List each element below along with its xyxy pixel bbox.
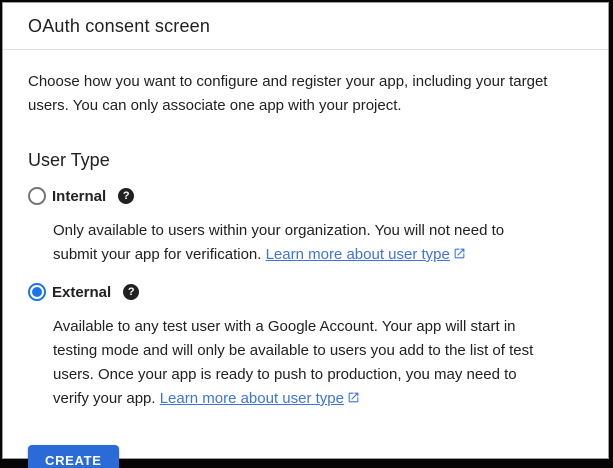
learn-more-link-internal[interactable]: Learn more about user type <box>266 246 466 263</box>
learn-more-link-external[interactable]: Learn more about user type <box>160 390 360 407</box>
help-icon[interactable]: ? <box>118 188 134 204</box>
help-glyph: ? <box>128 287 135 298</box>
card-header: OAuth consent screen <box>3 3 608 49</box>
help-icon[interactable]: ? <box>123 284 139 300</box>
radio-external-selected[interactable] <box>28 283 46 301</box>
screenshot-frame: OAuth consent screen Choose how you want… <box>0 0 613 468</box>
radio-internal-unselected[interactable] <box>28 187 46 205</box>
open-in-new-icon <box>347 391 360 404</box>
help-glyph: ? <box>123 191 130 202</box>
card-body: Choose how you want to configure and reg… <box>3 50 608 468</box>
radio-option-external[interactable]: External ? <box>28 283 583 301</box>
external-description: Available to any test user with a Google… <box>53 315 550 411</box>
page-title: OAuth consent screen <box>28 16 210 37</box>
radio-label-external: External <box>52 284 111 301</box>
user-type-heading: User Type <box>28 150 583 171</box>
intro-text: Choose how you want to configure and reg… <box>28 70 548 118</box>
radio-label-internal: Internal <box>52 188 106 205</box>
radio-option-internal[interactable]: Internal ? <box>28 187 583 205</box>
internal-description: Only available to users within your orga… <box>53 219 550 267</box>
create-button[interactable]: CREATE <box>28 445 119 468</box>
oauth-consent-card: OAuth consent screen Choose how you want… <box>2 2 609 459</box>
open-in-new-icon <box>453 247 466 260</box>
